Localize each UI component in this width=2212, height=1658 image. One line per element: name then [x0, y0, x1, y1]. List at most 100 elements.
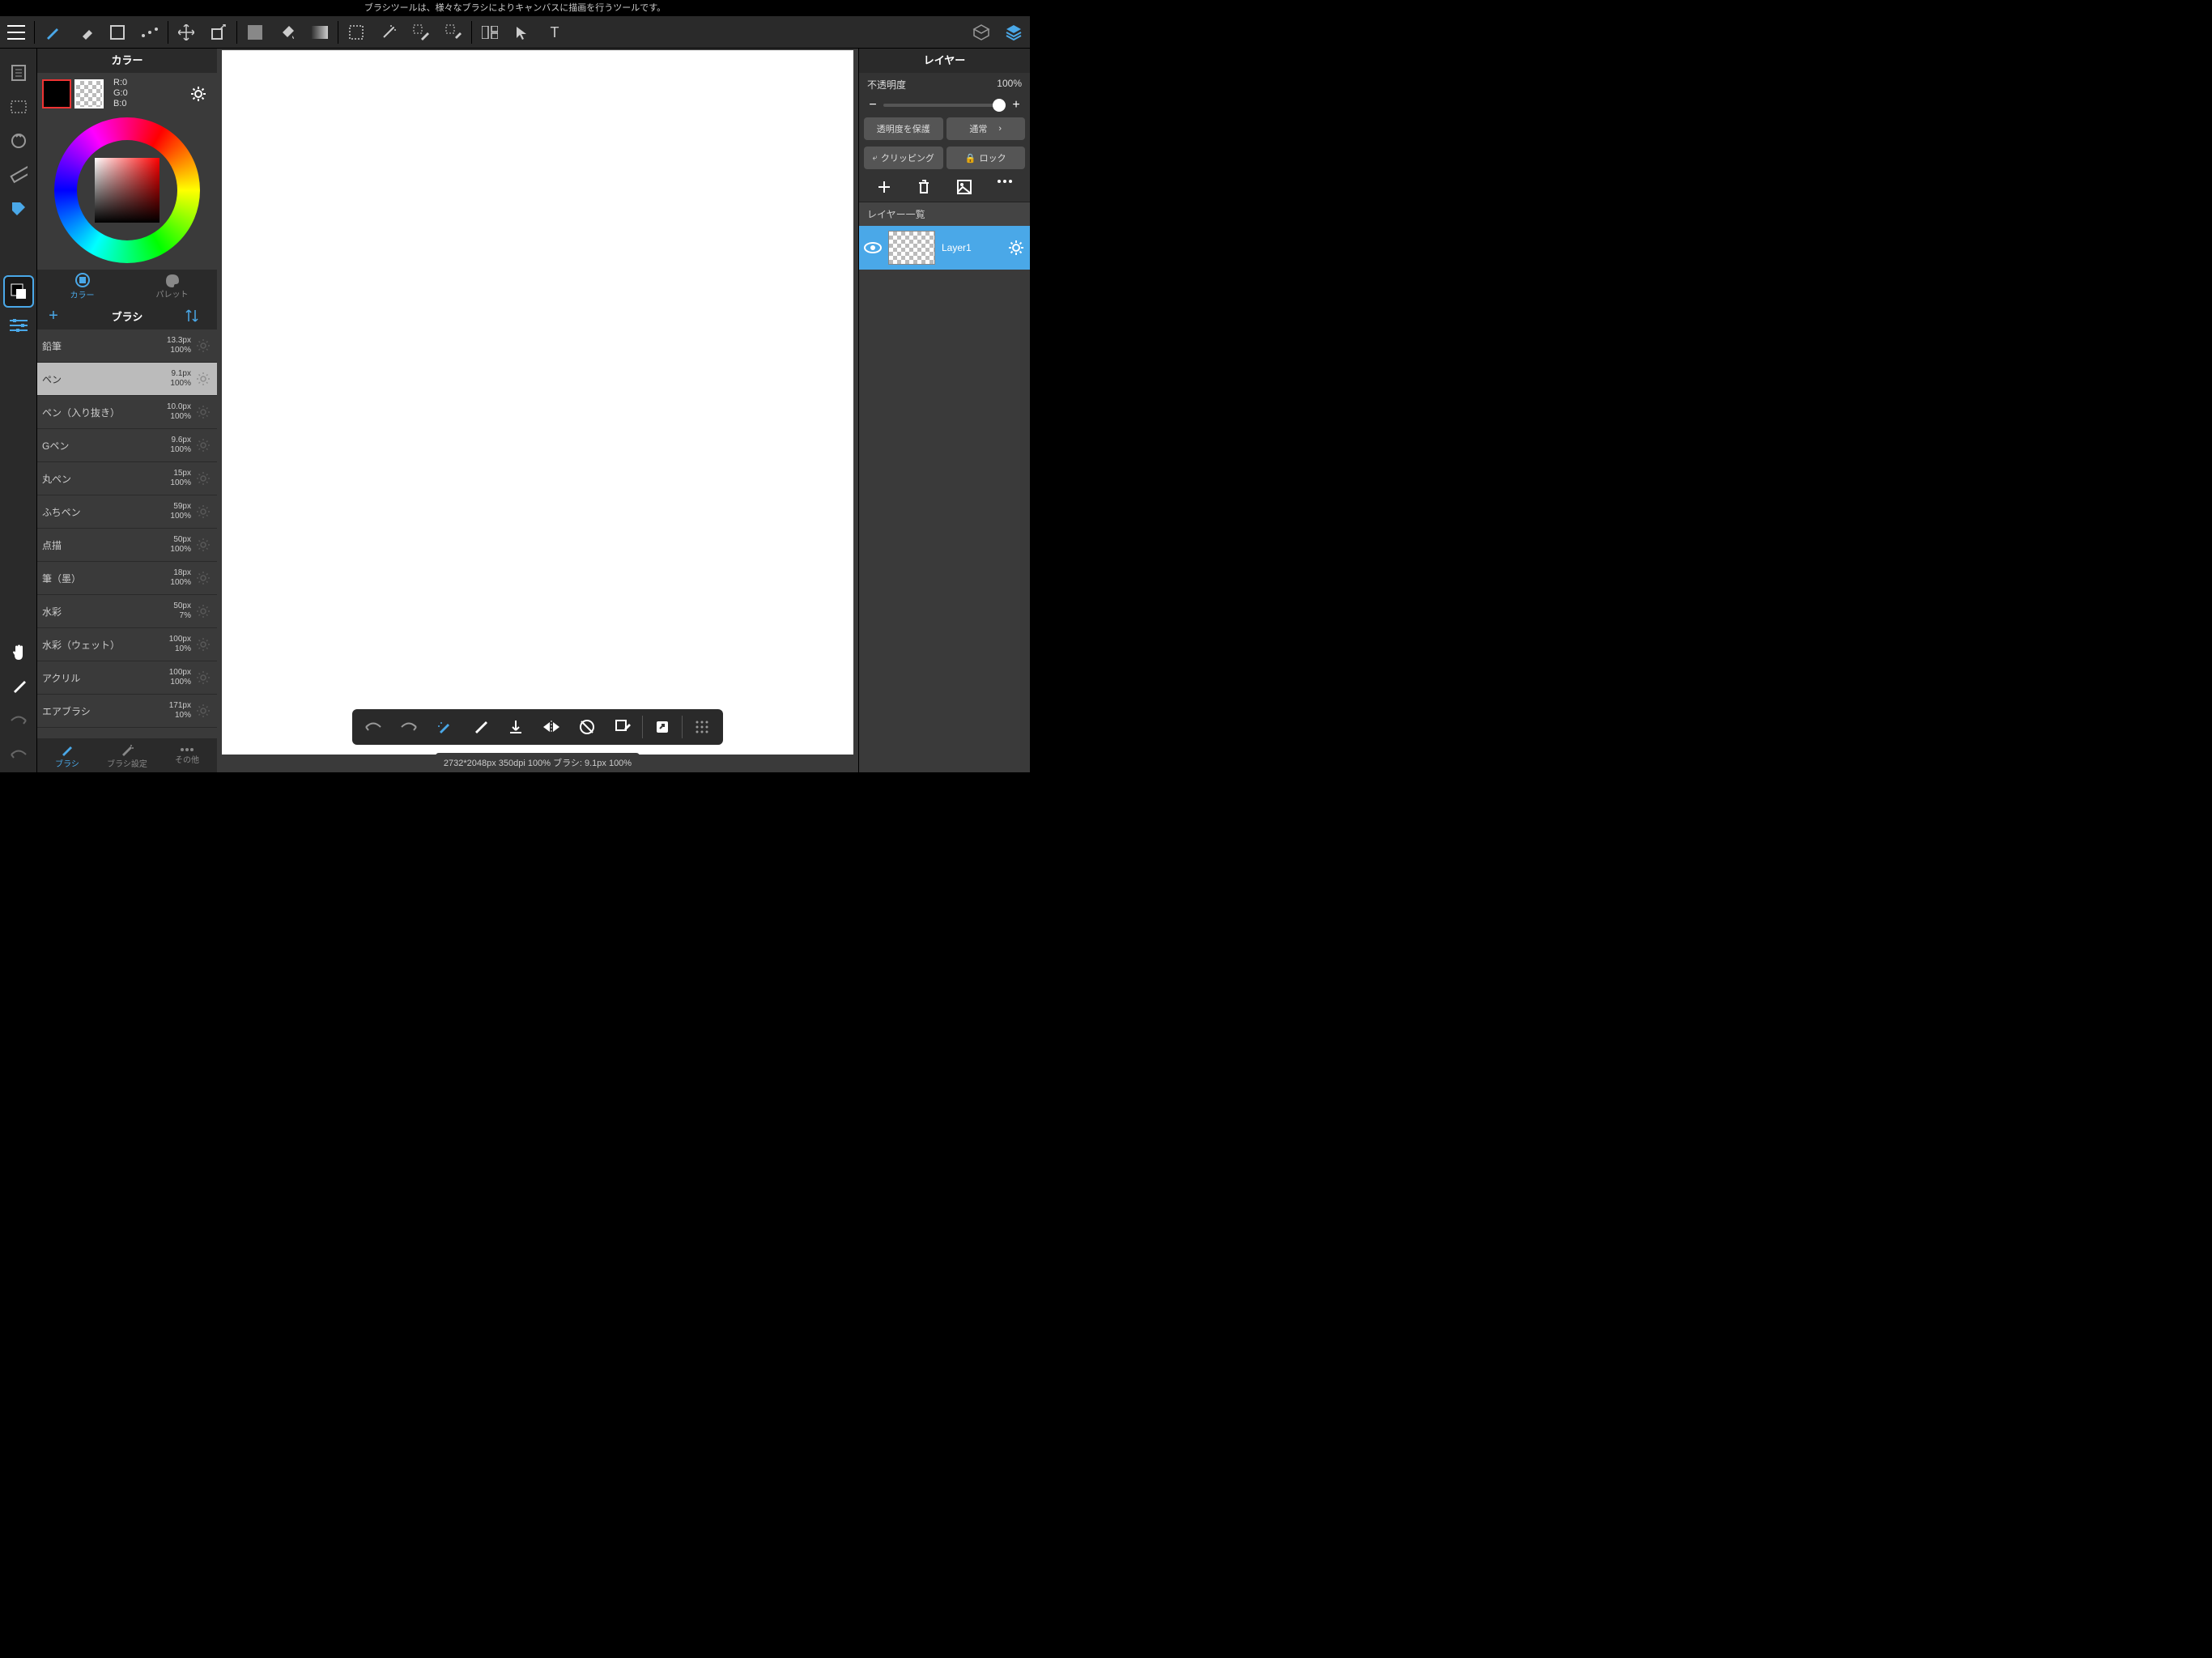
brush-gear-icon[interactable] — [196, 604, 212, 619]
transform-tool-button[interactable] — [202, 16, 235, 49]
brush-values: 9.1px100% — [170, 369, 191, 389]
fill-tool-button[interactable] — [239, 16, 271, 49]
image-layer-button[interactable] — [956, 179, 972, 195]
background-swatch[interactable] — [74, 79, 104, 108]
brush-name: 水彩 — [42, 605, 173, 619]
brush-item[interactable]: 丸ペン 15px100% — [37, 462, 217, 495]
brush-item[interactable]: Gペン 9.6px100% — [37, 429, 217, 462]
more-layer-button[interactable] — [997, 179, 1013, 195]
dots-tool-button[interactable] — [134, 16, 166, 49]
grid-button[interactable] — [684, 712, 720, 742]
brush-gear-icon[interactable] — [196, 471, 212, 486]
left-rotate-icon[interactable] — [3, 125, 34, 157]
fullscreen-button[interactable] — [644, 712, 680, 742]
layer-visibility-icon[interactable] — [864, 241, 888, 254]
brush-item[interactable]: 点描 50px100% — [37, 529, 217, 562]
opacity-minus[interactable]: − — [866, 98, 880, 113]
brush-tab-brush[interactable]: ブラシ — [37, 738, 97, 772]
left-color-icon[interactable] — [3, 275, 34, 308]
lock-button[interactable]: 🔒ロック — [946, 147, 1026, 169]
text-tool-button[interactable]: T — [538, 16, 571, 49]
brush-values: 9.6px100% — [170, 436, 191, 455]
foreground-swatch[interactable] — [42, 79, 71, 108]
rgb-readout: R:0 G:0 B:0 — [113, 78, 128, 109]
edit-button[interactable] — [605, 712, 640, 742]
opacity-slider[interactable] — [883, 104, 1006, 107]
brush-values: 10.0px100% — [167, 402, 191, 422]
brush-gear-icon[interactable] — [196, 372, 212, 386]
materials-button[interactable] — [965, 16, 998, 49]
layers-toggle-button[interactable] — [998, 16, 1030, 49]
shape-tool-button[interactable] — [101, 16, 134, 49]
brush-tab-other[interactable]: その他 — [157, 738, 217, 772]
brush-gear-icon[interactable] — [196, 438, 212, 453]
left-selection-icon[interactable] — [3, 91, 34, 123]
left-hand-icon[interactable] — [3, 636, 34, 669]
brush-gear-icon[interactable] — [196, 338, 212, 353]
select-rect-button[interactable] — [340, 16, 372, 49]
layer-settings-button[interactable] — [1007, 239, 1025, 257]
brush-item[interactable]: ペン（入り抜き） 10.0px100% — [37, 396, 217, 429]
left-document-icon[interactable] — [3, 57, 34, 89]
add-layer-button[interactable] — [876, 179, 892, 195]
brush-item[interactable]: 水彩（ウェット） 100px10% — [37, 628, 217, 661]
brush-tool-button[interactable] — [36, 16, 69, 49]
opacity-plus[interactable]: + — [1009, 98, 1023, 113]
left-sidebar — [0, 49, 37, 772]
move-tool-button[interactable] — [170, 16, 202, 49]
left-redo-icon[interactable] — [3, 704, 34, 737]
left-ruler-icon[interactable] — [3, 159, 34, 191]
menu-button[interactable] — [0, 16, 32, 49]
brush-gear-icon[interactable] — [196, 405, 212, 419]
brush-item[interactable]: 水彩 50px7% — [37, 595, 217, 628]
color-settings-button[interactable] — [189, 85, 207, 103]
color-tab-palette[interactable]: パレット — [127, 270, 217, 302]
brush-item[interactable]: 筆（墨） 18px100% — [37, 562, 217, 595]
canvas[interactable] — [222, 50, 853, 755]
flip-button[interactable] — [534, 712, 569, 742]
gradient-tool-button[interactable] — [304, 16, 336, 49]
protect-alpha-button[interactable]: 透明度を保護 — [864, 117, 943, 140]
brush-item[interactable]: ペン 9.1px100% — [37, 363, 217, 396]
brush-gear-icon[interactable] — [196, 504, 212, 519]
brush-item[interactable]: 鉛筆 13.3px100% — [37, 329, 217, 363]
brush-gear-icon[interactable] — [196, 637, 212, 652]
blend-mode-button[interactable]: 通常› — [946, 117, 1026, 140]
color-wheel[interactable] — [54, 117, 200, 263]
frame-divide-button[interactable] — [474, 16, 506, 49]
brush-gear-icon[interactable] — [196, 670, 212, 685]
brush-item[interactable]: エアブラシ 171px10% — [37, 695, 217, 728]
color-tab-color[interactable]: カラー — [37, 270, 127, 302]
left-sliders-icon[interactable] — [3, 309, 34, 342]
layer-item[interactable]: Layer1 — [859, 226, 1030, 270]
redo-button[interactable] — [391, 712, 427, 742]
tooltip-message: ブラシツールは、様々なブラシによりキャンバスに描画を行うツールです。 — [0, 0, 1030, 16]
brush-quick-button[interactable] — [427, 712, 462, 742]
left-eyedropper-icon[interactable] — [3, 670, 34, 703]
right-panel: レイヤー 不透明度 100% − + 透明度を保護 通常› ⤶クリッピング 🔒ロ… — [858, 49, 1030, 772]
rotate-reset-button[interactable] — [569, 712, 605, 742]
clipping-button[interactable]: ⤶クリッピング — [864, 147, 943, 169]
select-brush-button[interactable] — [405, 16, 437, 49]
save-button[interactable] — [498, 712, 534, 742]
brush-name: 点描 — [42, 538, 170, 552]
left-tag-icon[interactable] — [3, 193, 34, 225]
left-undo-icon[interactable] — [3, 738, 34, 771]
brush-name: ペン（入り抜き） — [42, 406, 167, 419]
magic-wand-button[interactable] — [372, 16, 405, 49]
brush-gear-icon[interactable] — [196, 538, 212, 552]
eyedropper-quick-button[interactable] — [462, 712, 498, 742]
cursor-tool-button[interactable] — [506, 16, 538, 49]
undo-button[interactable] — [355, 712, 391, 742]
brush-item[interactable]: ふちペン 59px100% — [37, 495, 217, 529]
add-brush-button[interactable]: + — [37, 302, 70, 329]
bucket-tool-button[interactable] — [271, 16, 304, 49]
select-eraser-button[interactable] — [437, 16, 470, 49]
brush-item[interactable]: アクリル 100px100% — [37, 661, 217, 695]
brush-tab-settings[interactable]: ブラシ設定 — [97, 738, 157, 772]
sort-brush-button[interactable] — [185, 308, 217, 323]
brush-gear-icon[interactable] — [196, 571, 212, 585]
eraser-tool-button[interactable] — [69, 16, 101, 49]
delete-layer-button[interactable] — [917, 179, 931, 195]
brush-gear-icon[interactable] — [196, 704, 212, 718]
